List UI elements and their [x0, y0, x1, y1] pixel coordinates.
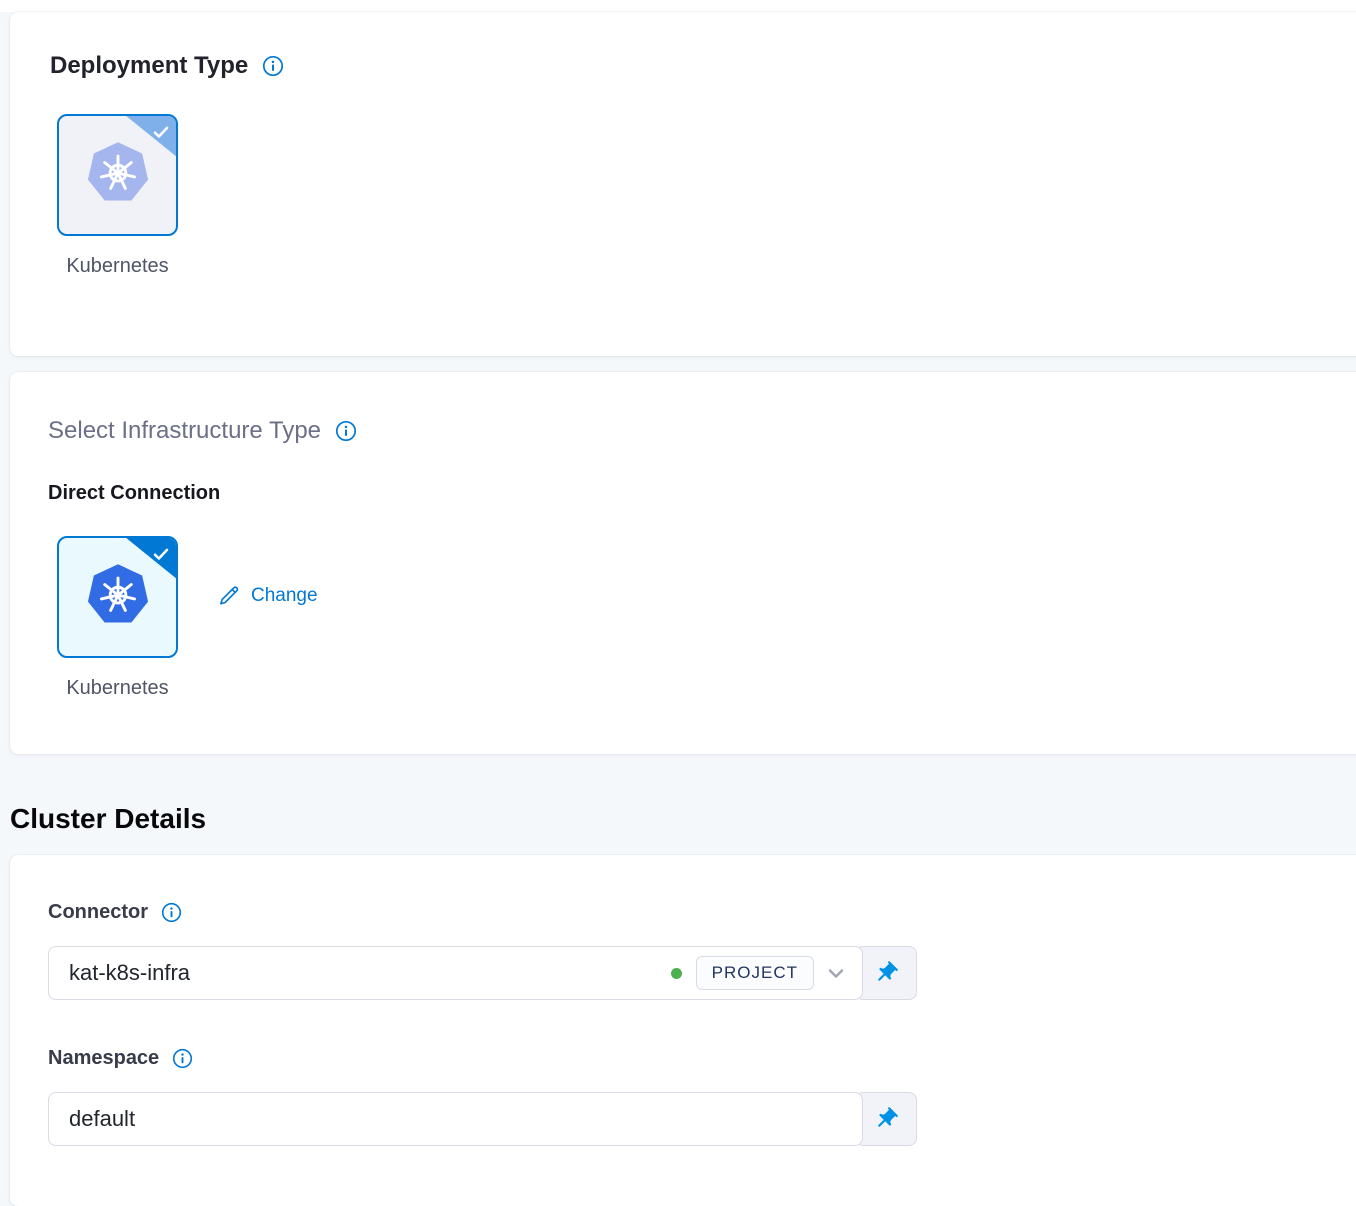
- scope-badge: PROJECT: [696, 956, 814, 990]
- checkmark-icon: [152, 545, 170, 568]
- deployment-type-panel: Deployment Type: [10, 12, 1356, 356]
- deployment-option: Kubernetes: [57, 114, 178, 278]
- chevron-down-icon[interactable]: [824, 961, 848, 985]
- infrastructure-option: Kubernetes: [57, 536, 178, 700]
- cluster-details-heading: Cluster Details: [10, 802, 1356, 835]
- connector-value: kat-k8s-infra: [69, 960, 190, 986]
- cluster-details-panel: Connector kat-k8s-infra PROJECT: [10, 855, 1356, 1206]
- change-link-label: Change: [251, 585, 318, 607]
- info-icon[interactable]: [335, 420, 357, 442]
- deployment-option-label: Kubernetes: [57, 254, 178, 278]
- namespace-label: Namespace: [48, 1046, 159, 1070]
- infrastructure-type-panel: Select Infrastructure Type Direct Connec…: [10, 372, 1356, 754]
- connector-select[interactable]: kat-k8s-infra PROJECT: [48, 946, 863, 1000]
- info-icon[interactable]: [171, 1047, 193, 1069]
- deployment-type-title: Deployment Type: [50, 52, 248, 80]
- info-icon[interactable]: [160, 901, 182, 923]
- namespace-input[interactable]: [48, 1092, 863, 1146]
- change-infrastructure-link[interactable]: Change: [218, 584, 318, 607]
- connector-pin-button[interactable]: [855, 946, 917, 1000]
- info-icon[interactable]: [262, 55, 284, 77]
- connector-field: Connector kat-k8s-infra PROJECT: [48, 900, 1328, 1000]
- edit-pencil-icon: [218, 584, 241, 607]
- page-content: Deployment Type: [0, 12, 1356, 1206]
- direct-connection-subtitle: Direct Connection: [48, 481, 1328, 505]
- checkmark-icon: [152, 123, 170, 146]
- infrastructure-option-label: Kubernetes: [57, 676, 178, 700]
- namespace-field: Namespace: [48, 1046, 1328, 1146]
- green-status-dot: [671, 968, 682, 979]
- infrastructure-option-kubernetes-card[interactable]: [57, 536, 178, 658]
- deployment-option-kubernetes-card[interactable]: [57, 114, 178, 236]
- connector-label: Connector: [48, 900, 148, 924]
- namespace-pin-button[interactable]: [855, 1092, 917, 1146]
- infrastructure-type-title: Select Infrastructure Type: [48, 417, 321, 445]
